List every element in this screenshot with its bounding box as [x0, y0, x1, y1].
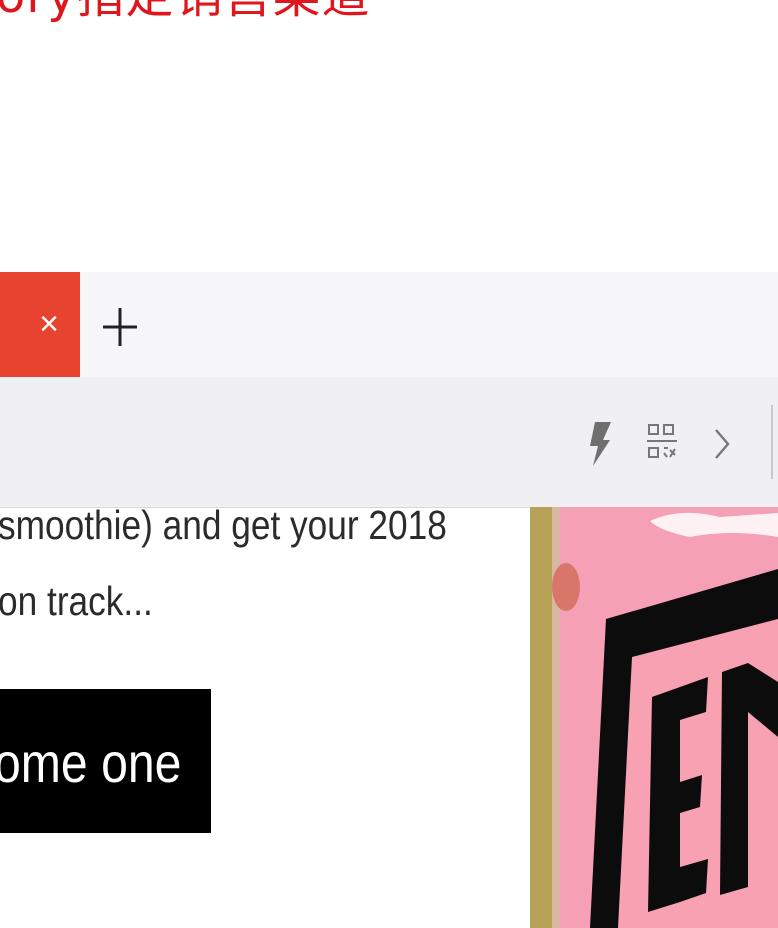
qr-code-icon[interactable]: [645, 421, 679, 465]
cta-button[interactable]: ome one: [0, 689, 211, 833]
page: ory指定销售渠道 × smoothie) and get your 2018 …: [0, 0, 778, 928]
new-tab-plus-icon[interactable]: [100, 300, 140, 350]
product-image: [530, 507, 778, 928]
chevron-right-icon[interactable]: [708, 425, 734, 463]
active-tab[interactable]: ×: [0, 272, 80, 377]
caption-title: ory指定销售渠道: [0, 0, 371, 26]
product-package-image: [530, 507, 778, 928]
body-text-line-1: smoothie) and get your 2018: [0, 502, 447, 548]
cta-button-label: ome one: [0, 731, 182, 794]
body-text-line-2: on track...: [0, 578, 153, 624]
lightning-bolt-icon[interactable]: [585, 420, 613, 468]
close-icon[interactable]: ×: [32, 304, 66, 344]
toolbar-divider: [771, 405, 773, 479]
